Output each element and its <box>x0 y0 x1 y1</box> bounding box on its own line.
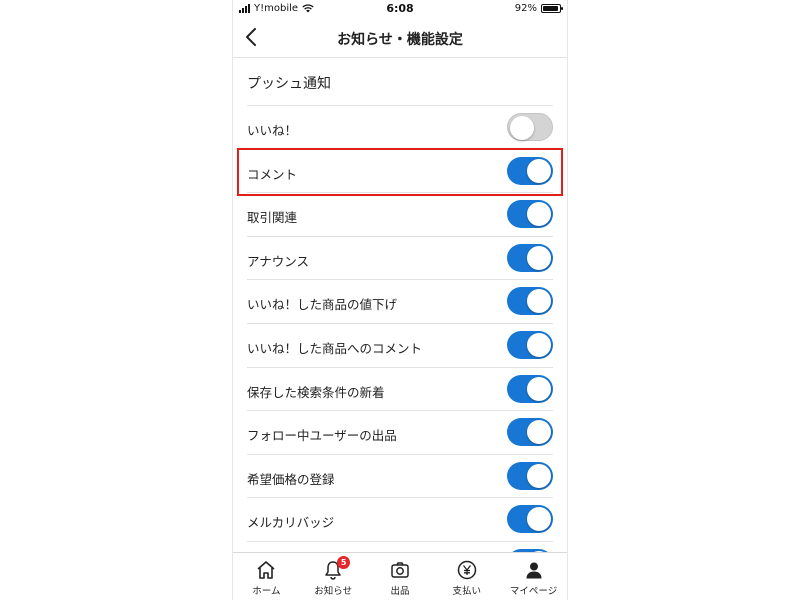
toggle-knob <box>527 245 551 270</box>
setting-label: メルカリバッジ <box>247 515 335 531</box>
tab-label: 出品 <box>390 586 410 597</box>
section-title: プッシュ通知 <box>247 76 331 92</box>
setting-row: 保存した検索条件の新着 <box>247 368 553 412</box>
tab-label: 支払い <box>452 586 482 597</box>
phone-screen: Y!mobile 6:08 92% お知らせ・機能設定 プッシュ通知 いいね！ コ… <box>232 0 568 600</box>
tab-payment[interactable]: 支払い <box>433 553 500 600</box>
notification-toggle[interactable] <box>507 461 553 490</box>
tab-label: お知らせ <box>314 586 353 597</box>
toggle-knob <box>527 289 551 314</box>
battery-fill <box>543 6 558 11</box>
toggle-knob <box>527 332 551 357</box>
settings-content[interactable]: プッシュ通知 いいね！ コメント 取引関連 アナウンス いいね！した商品の値下げ いいね！… <box>233 58 567 552</box>
toggle-knob <box>527 202 551 227</box>
toggle-knob <box>527 158 551 183</box>
notification-toggle[interactable] <box>507 113 553 141</box>
setting-label: フォロー中ユーザーの出品 <box>247 428 397 444</box>
setting-label: コメント <box>247 166 298 182</box>
setting-label: いいね！ <box>247 123 298 138</box>
yen-icon <box>457 560 477 580</box>
setting-row: アナウンス <box>247 237 553 281</box>
page-title: お知らせ・機能設定 <box>337 32 463 48</box>
tab-notifications[interactable]: 5 お知らせ <box>300 553 367 600</box>
status-bar: Y!mobile 6:08 92% <box>233 0 567 18</box>
notification-toggle[interactable] <box>507 200 553 229</box>
toggle-knob <box>510 116 534 140</box>
notification-toggle[interactable] <box>507 374 553 403</box>
setting-row: いいね！した商品へのコメント <box>247 324 553 368</box>
toggle-knob <box>527 507 551 532</box>
tab-home[interactable]: ホーム <box>233 553 300 600</box>
setting-label: いいね！した商品へのコメント <box>247 340 423 356</box>
setting-row: コメント <box>247 150 553 194</box>
settings-list: いいね！ コメント取引関連アナウンスいいね！した商品の値下げいいね！した商品へのコ… <box>247 106 553 552</box>
setting-label: 取引関連 <box>247 210 298 226</box>
setting-row: フォロー中ユーザーの出品 <box>247 411 553 455</box>
setting-row: 希望価格の登録 <box>247 455 553 499</box>
home-icon <box>257 561 275 579</box>
person-icon <box>526 562 542 579</box>
notification-toggle[interactable] <box>507 243 553 272</box>
notification-toggle[interactable] <box>507 287 553 316</box>
setting-label: 保存した検索条件の新着 <box>247 384 385 400</box>
notification-badge: 5 <box>337 556 351 569</box>
tab-label: マイページ <box>509 586 558 597</box>
setting-label: 希望価格の登録 <box>247 471 335 487</box>
tab-label: ホーム <box>252 586 281 597</box>
setting-row <box>247 542 553 552</box>
tab-sell[interactable]: 出品 <box>367 553 434 600</box>
notification-toggle[interactable] <box>507 505 553 534</box>
notification-toggle[interactable] <box>507 330 553 359</box>
tab-mypage[interactable]: マイページ <box>500 553 567 600</box>
battery-icon <box>541 4 563 13</box>
camera-icon <box>391 562 409 578</box>
notification-toggle[interactable] <box>507 156 553 185</box>
setting-label: いいね！した商品の値下げ <box>247 297 398 313</box>
section-header: プッシュ通知 <box>247 58 553 106</box>
setting-row: いいね！した商品の値下げ <box>247 280 553 324</box>
tab-bar: ホーム 5 お知らせ 出品 支払い マイページ <box>233 552 567 600</box>
notification-toggle[interactable] <box>507 418 553 447</box>
setting-row: いいね！ <box>247 106 553 150</box>
toggle-knob <box>527 420 551 445</box>
bell-icon-wrap: 5 <box>322 556 351 581</box>
toggle-knob <box>527 376 551 401</box>
setting-row: メルカリバッジ <box>247 498 553 542</box>
battery-percent: 92% <box>514 3 537 14</box>
nav-bar: お知らせ・機能設定 <box>233 18 567 58</box>
toggle-knob <box>527 463 551 488</box>
setting-row: 取引関連 <box>247 193 553 237</box>
status-right: 92% <box>514 3 563 14</box>
setting-label: アナウンス <box>247 253 310 269</box>
